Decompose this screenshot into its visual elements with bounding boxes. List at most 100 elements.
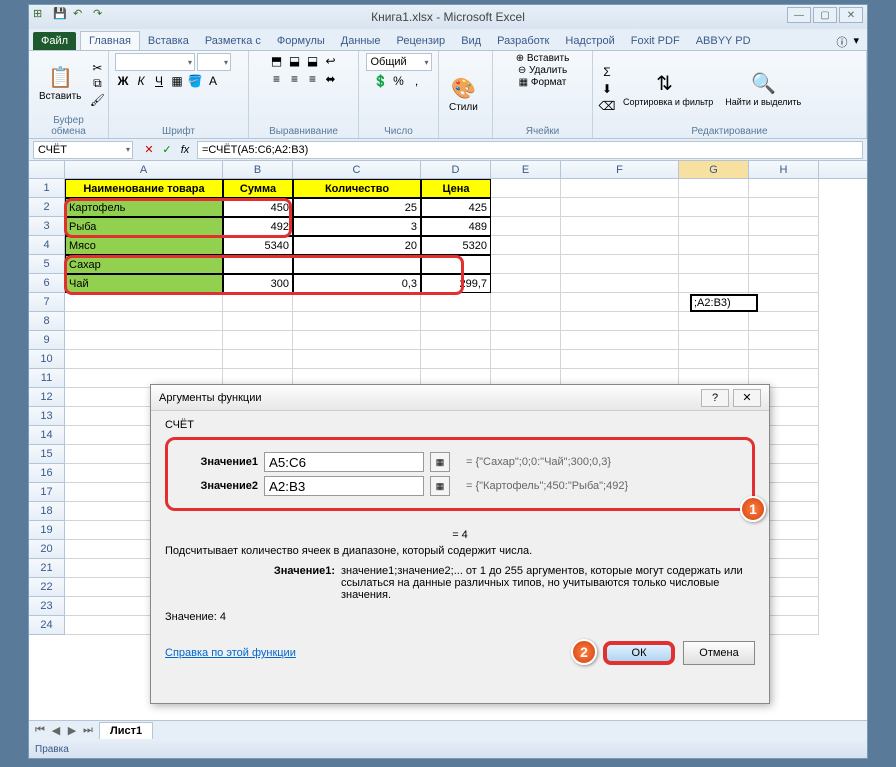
align-left-icon[interactable]: ≡: [269, 71, 285, 87]
col-header-F[interactable]: F: [561, 161, 679, 178]
row-header-4[interactable]: 4: [29, 236, 65, 255]
copy-icon[interactable]: ⧉: [89, 76, 105, 92]
fontcolor-icon[interactable]: A: [205, 73, 221, 89]
format-cells-button[interactable]: ▦ Формат: [519, 77, 567, 88]
align-mid-icon[interactable]: ⬓: [287, 53, 303, 69]
row-header-7[interactable]: 7: [29, 293, 65, 312]
col-header-B[interactable]: B: [223, 161, 293, 178]
row-header-18[interactable]: 18: [29, 502, 65, 521]
cell-D1[interactable]: Цена: [421, 179, 491, 198]
row-header-17[interactable]: 17: [29, 483, 65, 502]
percent-icon[interactable]: %: [391, 73, 407, 89]
cell-C5[interactable]: [293, 255, 421, 274]
paste-button[interactable]: 📋Вставить: [35, 63, 85, 104]
cell-C2[interactable]: 25: [293, 198, 421, 217]
cell-C3[interactable]: 3: [293, 217, 421, 236]
align-right-icon[interactable]: ≡: [305, 71, 321, 87]
cell-D3[interactable]: 489: [421, 217, 491, 236]
cell-C1[interactable]: Количество: [293, 179, 421, 198]
select-all-corner[interactable]: [29, 161, 65, 178]
sheet-tab-1[interactable]: Лист1: [99, 722, 153, 739]
arg1-collapse-button[interactable]: ▦: [430, 452, 450, 472]
cell-B3[interactable]: 492: [223, 217, 293, 236]
styles-button[interactable]: 🎨Стили: [445, 74, 482, 115]
tab-abbyy[interactable]: ABBYY PD: [688, 32, 759, 50]
align-center-icon[interactable]: ≡: [287, 71, 303, 87]
cancel-button[interactable]: Отмена: [683, 641, 755, 665]
tab-foxit[interactable]: Foxit PDF: [623, 32, 688, 50]
row-header-5[interactable]: 5: [29, 255, 65, 274]
row-header-11[interactable]: 11: [29, 369, 65, 388]
cell-A4[interactable]: Мясо: [65, 236, 223, 255]
cell-D5[interactable]: [421, 255, 491, 274]
bold-icon[interactable]: Ж: [115, 73, 131, 89]
cell-D2[interactable]: 425: [421, 198, 491, 217]
tab-next-icon[interactable]: ▶: [65, 724, 79, 737]
cell-B1[interactable]: Сумма: [223, 179, 293, 198]
align-top-icon[interactable]: ⬒: [269, 53, 285, 69]
insert-cells-button[interactable]: ⊕ Вставить: [516, 53, 570, 64]
cell-A3[interactable]: Рыба: [65, 217, 223, 236]
col-header-E[interactable]: E: [491, 161, 561, 178]
tab-developer[interactable]: Разработк: [489, 32, 557, 50]
cell-B4[interactable]: 5340: [223, 236, 293, 255]
save-icon[interactable]: 💾: [53, 7, 69, 23]
find-select-button[interactable]: 🔍Найти и выделить: [721, 69, 805, 109]
ok-button[interactable]: ОК: [603, 641, 675, 665]
row-header-6[interactable]: 6: [29, 274, 65, 293]
fontsize-combo[interactable]: [197, 53, 231, 71]
autosum-icon[interactable]: Σ: [599, 64, 615, 80]
format-painter-icon[interactable]: 🖌: [89, 92, 105, 108]
tab-prev-icon[interactable]: ◀: [49, 724, 63, 737]
cell-A2[interactable]: Картофель: [65, 198, 223, 217]
arg2-collapse-button[interactable]: ▦: [430, 476, 450, 496]
cell-B2[interactable]: 450: [223, 198, 293, 217]
row-header-19[interactable]: 19: [29, 521, 65, 540]
row-header-23[interactable]: 23: [29, 597, 65, 616]
align-bot-icon[interactable]: ⬓: [305, 53, 321, 69]
tab-layout[interactable]: Разметка с: [197, 32, 269, 50]
close-button[interactable]: ✕: [839, 7, 863, 23]
currency-icon[interactable]: 💲: [373, 73, 389, 89]
tab-view[interactable]: Вид: [453, 32, 489, 50]
enter-formula-icon[interactable]: ✓: [159, 142, 175, 158]
row-header-15[interactable]: 15: [29, 445, 65, 464]
tab-formulas[interactable]: Формулы: [269, 32, 333, 50]
dialog-titlebar[interactable]: Аргументы функции ? ✕: [151, 385, 769, 411]
minimize-button[interactable]: —: [787, 7, 811, 23]
row-header-21[interactable]: 21: [29, 559, 65, 578]
help-icon[interactable]: ⓘ: [836, 34, 847, 50]
cancel-formula-icon[interactable]: ✕: [141, 142, 157, 158]
formula-bar[interactable]: =СЧЁТ(A5:C6;A2:B3): [197, 141, 863, 159]
tab-first-icon[interactable]: ⏮: [33, 724, 47, 737]
row-header-1[interactable]: 1: [29, 179, 65, 198]
cell-C4[interactable]: 20: [293, 236, 421, 255]
cut-icon[interactable]: ✂: [89, 60, 105, 76]
sort-filter-button[interactable]: ⇅Сортировка и фильтр: [619, 69, 717, 109]
col-header-C[interactable]: C: [293, 161, 421, 178]
comma-icon[interactable]: ,: [409, 73, 425, 89]
redo-icon[interactable]: ↷: [93, 7, 109, 23]
number-format-combo[interactable]: Общий: [366, 53, 432, 71]
name-box[interactable]: СЧЁТ: [33, 141, 133, 159]
help-link[interactable]: Справка по этой функции: [165, 647, 296, 659]
delete-cells-button[interactable]: ⊖ Удалить: [518, 65, 567, 76]
cell-A6[interactable]: Чай: [65, 274, 223, 293]
cell-A5[interactable]: Сахар: [65, 255, 223, 274]
row-header-13[interactable]: 13: [29, 407, 65, 426]
dialog-help-button[interactable]: ?: [701, 389, 729, 407]
wrap-icon[interactable]: ↩: [323, 53, 339, 69]
col-header-H[interactable]: H: [749, 161, 819, 178]
maximize-button[interactable]: ▢: [813, 7, 837, 23]
fill-icon[interactable]: 🪣: [187, 73, 203, 89]
arg2-input[interactable]: [264, 476, 424, 496]
tab-home[interactable]: Главная: [80, 31, 140, 50]
row-header-2[interactable]: 2: [29, 198, 65, 217]
merge-icon[interactable]: ⬌: [323, 71, 339, 87]
cell-C6[interactable]: 0,3: [293, 274, 421, 293]
cell-G7-active[interactable]: ;A2:B3): [690, 294, 758, 312]
cell-A1[interactable]: Наименование товара: [65, 179, 223, 198]
row-header-24[interactable]: 24: [29, 616, 65, 635]
fx-icon[interactable]: fx: [177, 142, 193, 158]
row-header-20[interactable]: 20: [29, 540, 65, 559]
